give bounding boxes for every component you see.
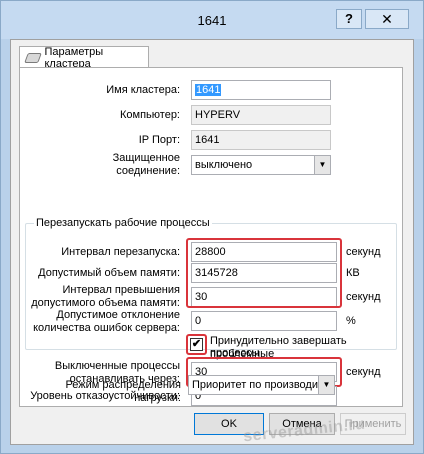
ip-port-field: 1641 xyxy=(191,130,331,150)
stop-procs-unit: секунд xyxy=(346,366,381,378)
highlight-frame-checkbox xyxy=(186,334,207,355)
cluster-name-input[interactable]: 1641 xyxy=(191,80,331,100)
error-dev-input[interactable]: 0 xyxy=(191,311,337,331)
close-button[interactable]: ✕ xyxy=(365,9,409,29)
cluster-name-label: Имя кластера: xyxy=(106,84,180,96)
computer-field: HYPERV xyxy=(191,105,331,125)
secure-select[interactable]: выключено ▼ xyxy=(191,155,331,175)
dialog-window: 1641 ? ✕ Параметры кластера Имя кластера… xyxy=(0,0,424,454)
load-mode-label: Режим распределения нагрузки: xyxy=(65,379,181,404)
restart-group-title: Перезапускать рабочие процессы xyxy=(34,217,212,229)
mem-exceed-label-line1: Интервал превышения xyxy=(62,284,180,296)
help-button[interactable]: ? xyxy=(336,9,362,29)
cluster-name-value: 1641 xyxy=(195,84,222,96)
error-dev-label-line1: Допустимое отклонение xyxy=(56,309,180,321)
restart-interval-unit: секунд xyxy=(346,246,381,258)
secure-label-line2: соединение: xyxy=(116,165,180,177)
chevron-down-icon[interactable]: ▼ xyxy=(314,156,330,174)
chevron-down-icon[interactable]: ▼ xyxy=(318,376,334,394)
memory-label: Допустимый объем памяти: xyxy=(38,267,180,279)
tab-label: Параметры кластера xyxy=(44,45,104,70)
stop-procs-label-line1: Выключенные процессы xyxy=(54,360,180,372)
secure-select-value: выключено xyxy=(195,159,253,171)
error-dev-unit: % xyxy=(346,315,356,327)
restart-interval-label: Интервал перезапуска: xyxy=(61,246,180,258)
secure-label-line1: Защищенное xyxy=(112,152,180,164)
title-bar: 1641 ? ✕ xyxy=(1,1,423,39)
ip-port-label: IP Порт: xyxy=(138,134,180,146)
tab-panel: Имя кластера: 1641 Компьютер: HYPERV IP … xyxy=(19,67,403,407)
load-mode-value: Приоритет по производител xyxy=(192,379,335,391)
load-mode-select[interactable]: Приоритет по производител ▼ xyxy=(188,375,335,395)
tab-icon xyxy=(24,52,42,63)
computer-label: Компьютер: xyxy=(120,109,180,121)
mem-exceed-unit: секунд xyxy=(346,291,381,303)
highlight-frame-restart xyxy=(186,238,342,308)
tab-cluster-params[interactable]: Параметры кластера xyxy=(19,45,149,70)
error-dev-label-line2: количества ошибок сервера: xyxy=(33,322,180,334)
memory-unit: КВ xyxy=(346,267,360,279)
